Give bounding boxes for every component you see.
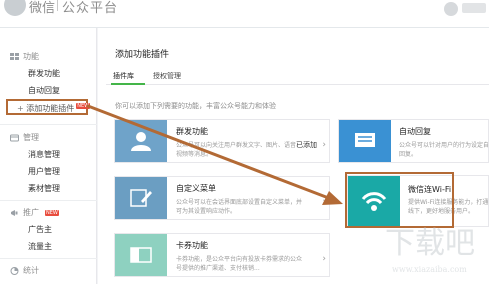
wechat-mp-screen: 微信 公众平台 功能 群发功能 自动回复 + 添加功能插件 NEW 管理 消息管理… [0,0,489,284]
watermark-cn: 下载吧 [385,226,475,261]
watermark-url: www.xiazaiba.com [392,265,467,274]
